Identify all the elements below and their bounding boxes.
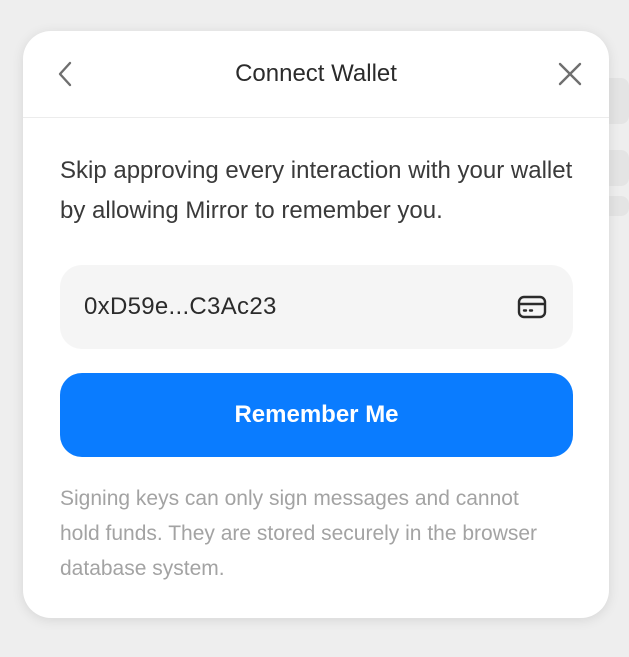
remember-me-button[interactable]: Remember Me	[60, 373, 573, 457]
connect-wallet-modal: Connect Wallet Skip approving every inte…	[23, 31, 609, 618]
modal-header: Connect Wallet	[23, 31, 609, 118]
wallet-address: 0xD59e...C3Ac23	[84, 293, 277, 320]
modal-description: Skip approving every interaction with yo…	[60, 157, 573, 224]
signing-keys-note: Signing keys can only sign messages and …	[60, 487, 538, 580]
close-button[interactable]	[555, 59, 585, 89]
modal-title: Connect Wallet	[235, 60, 397, 87]
wallet-icon	[517, 293, 547, 321]
close-icon	[558, 62, 582, 86]
wallet-address-field: 0xD59e...C3Ac23	[60, 265, 573, 349]
